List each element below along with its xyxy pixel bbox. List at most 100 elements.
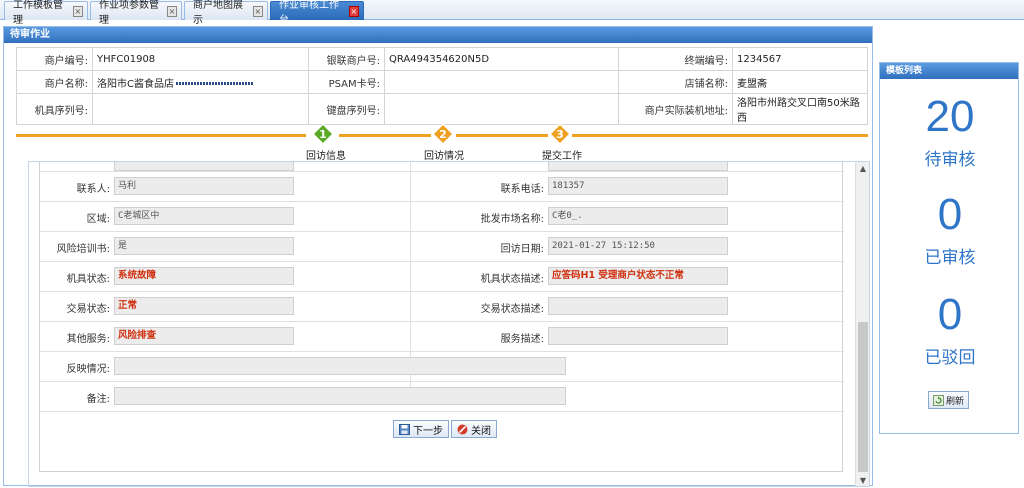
svg-text:2: 2 bbox=[439, 128, 447, 141]
template-list-panel: 模板列表 20 待审核 0 已审核 0 已驳回 刷新 bbox=[879, 62, 1019, 434]
panel-title: 待审作业 bbox=[4, 27, 872, 43]
psam-value bbox=[384, 70, 619, 94]
form-row: 机具状态: 系统故障 机具状态描述: 应答码H1 受理商户状态不正常 bbox=[40, 262, 844, 292]
close-label: 关闭 bbox=[471, 425, 491, 437]
scroll-down-icon[interactable]: ▼ bbox=[858, 476, 868, 486]
field-input[interactable]: 2021-01-27 15:12:50 bbox=[548, 237, 728, 255]
step-3-icon[interactable]: 3 bbox=[549, 123, 571, 145]
field-input[interactable]: 马利 bbox=[114, 177, 294, 195]
feedback-input[interactable] bbox=[114, 357, 566, 375]
next-step-label: 下一步 bbox=[413, 425, 443, 437]
form-row: 交易状态: 正常 交易状态描述: bbox=[40, 292, 844, 322]
step-2-label: 回访情况 bbox=[424, 151, 464, 162]
close-icon[interactable]: × bbox=[252, 5, 263, 17]
tab-label: 作业审核工作台 bbox=[279, 0, 339, 26]
field-input[interactable]: 系统故障 bbox=[114, 267, 294, 285]
step-3-label: 提交工作 bbox=[542, 151, 582, 162]
close-button[interactable]: 关闭 bbox=[451, 420, 497, 438]
install-address-label: 商户实际装机地址: bbox=[618, 93, 733, 125]
field-label: 交易状态: bbox=[66, 304, 110, 315]
field-label: 联系电话: bbox=[500, 184, 544, 195]
refresh-label: 刷新 bbox=[946, 396, 965, 407]
rejected-label[interactable]: 已驳回 bbox=[880, 343, 1020, 368]
pending-count[interactable]: 20 bbox=[880, 93, 1020, 141]
tab-label: 商户地图展示 bbox=[193, 0, 243, 26]
redacted-mark bbox=[175, 82, 254, 85]
install-address-value: 洛阳市州路交叉口南50米路西 bbox=[732, 93, 868, 125]
keypad-serial-label: 键盘序列号: bbox=[308, 93, 385, 125]
form-row: 联系人: 马利 联系电话: 181357 bbox=[40, 172, 844, 202]
keypad-serial-value bbox=[384, 93, 619, 125]
field-label: 其他服务: bbox=[66, 334, 110, 345]
visit-form: 联系人: 马利 联系电话: 181357 区域: C老城区中 批发市场名称: C老0_. 风险培… bbox=[39, 162, 844, 472]
step-line bbox=[339, 134, 431, 137]
form-row: 风险培训书: 是 回访日期: 2021-01-27 15:12:50 bbox=[40, 232, 844, 262]
field-label: 交易状态描述: bbox=[480, 304, 544, 315]
field-input[interactable]: C老城区中 bbox=[114, 207, 294, 225]
form-row: 其他服务: 风险排查 服务描述: bbox=[40, 322, 844, 352]
terminal-id-label: 终端编号: bbox=[618, 47, 733, 71]
device-serial-label: 机具序列号: bbox=[16, 93, 93, 125]
tab-param-management[interactable]: 作业项参数管理 × bbox=[90, 0, 182, 26]
refresh-button[interactable]: 刷新 bbox=[928, 391, 970, 409]
close-icon[interactable]: × bbox=[72, 5, 83, 17]
tab-template-management[interactable]: 工作模板管理 × bbox=[4, 0, 88, 26]
remark-input[interactable] bbox=[114, 387, 566, 405]
psam-label: PSAM卡号: bbox=[308, 70, 385, 94]
unionpay-id-label: 银联商户号: bbox=[308, 47, 385, 71]
pending-label[interactable]: 待审核 bbox=[880, 145, 1020, 170]
form-row-partial bbox=[40, 162, 844, 172]
field-input[interactable]: 风险排查 bbox=[114, 327, 294, 345]
template-list-title: 模板列表 bbox=[880, 63, 1018, 79]
field-label: 机具状态: bbox=[66, 274, 110, 285]
merchant-name-value: 洛阳市C酱食品店 bbox=[92, 70, 309, 94]
device-serial-value bbox=[92, 93, 309, 125]
step-2-icon[interactable]: 2 bbox=[432, 123, 454, 145]
field-label: 服务描述: bbox=[500, 334, 544, 345]
form-row-feedback: 反映情况: bbox=[40, 352, 844, 382]
vertical-scrollbar[interactable]: ▲ ▼ bbox=[855, 162, 869, 486]
rejected-count[interactable]: 0 bbox=[880, 291, 1020, 339]
approved-count[interactable]: 0 bbox=[880, 191, 1020, 239]
tab-bar: 工作模板管理 × 作业项参数管理 × 商户地图展示 × 作业审核工作台 × bbox=[0, 0, 1024, 26]
merchant-name-label: 商户名称: bbox=[16, 70, 93, 94]
field-input[interactable]: 应答码H1 受理商户状态不正常 bbox=[548, 267, 728, 285]
step-line bbox=[16, 134, 306, 137]
merchant-id-value: YHFC01908 bbox=[92, 47, 309, 71]
terminal-id-value: 1234567 bbox=[732, 47, 868, 71]
form-row-remark: 备注: bbox=[40, 382, 844, 412]
cancel-icon bbox=[457, 424, 468, 434]
tab-audit-workbench[interactable]: 作业审核工作台 × bbox=[270, 0, 364, 26]
field-input[interactable] bbox=[548, 297, 728, 315]
remark-label: 备注: bbox=[86, 394, 110, 405]
store-name-label: 店铺名称: bbox=[618, 70, 733, 94]
step-1-icon[interactable]: 1 bbox=[312, 123, 334, 145]
merchant-name-text: 洛阳市C酱食品店 bbox=[97, 78, 174, 90]
close-icon[interactable]: × bbox=[166, 5, 177, 17]
field-input[interactable] bbox=[548, 327, 728, 345]
partial-input[interactable] bbox=[114, 162, 294, 171]
close-icon[interactable]: × bbox=[348, 5, 359, 17]
progress-steps: 1 回访信息 2 回访情况 3 提交工作 bbox=[16, 123, 868, 162]
field-input[interactable]: 是 bbox=[114, 237, 294, 255]
unionpay-id-value: QRA494354620N5D bbox=[384, 47, 619, 71]
pending-task-panel: 待审作业 商户编号: YHFC01908 银联商户号: QRA494354620… bbox=[3, 26, 873, 487]
field-label: 风险培训书: bbox=[56, 244, 110, 255]
merchant-info-table: 商户编号: YHFC01908 银联商户号: QRA494354620N5D 终… bbox=[16, 47, 868, 125]
merchant-id-label: 商户编号: bbox=[16, 47, 93, 71]
next-step-button[interactable]: 下一步 bbox=[393, 420, 449, 438]
step-line bbox=[572, 134, 868, 137]
step-line bbox=[456, 134, 548, 137]
field-input[interactable]: C老0_. bbox=[548, 207, 728, 225]
save-icon bbox=[399, 423, 410, 435]
partial-input[interactable] bbox=[548, 162, 728, 171]
field-label: 联系人: bbox=[76, 184, 110, 195]
scroll-up-icon[interactable]: ▲ bbox=[858, 164, 868, 174]
svg-text:1: 1 bbox=[319, 128, 327, 141]
approved-label[interactable]: 已审核 bbox=[880, 243, 1020, 268]
field-input[interactable]: 181357 bbox=[548, 177, 728, 195]
tab-merchant-map[interactable]: 商户地图展示 × bbox=[184, 0, 268, 26]
visit-form-scroll-area[interactable]: 联系人: 马利 联系电话: 181357 区域: C老城区中 批发市场名称: C老0_. 风险培… bbox=[28, 161, 870, 487]
field-input[interactable]: 正常 bbox=[114, 297, 294, 315]
scrollbar-thumb[interactable] bbox=[858, 322, 868, 472]
